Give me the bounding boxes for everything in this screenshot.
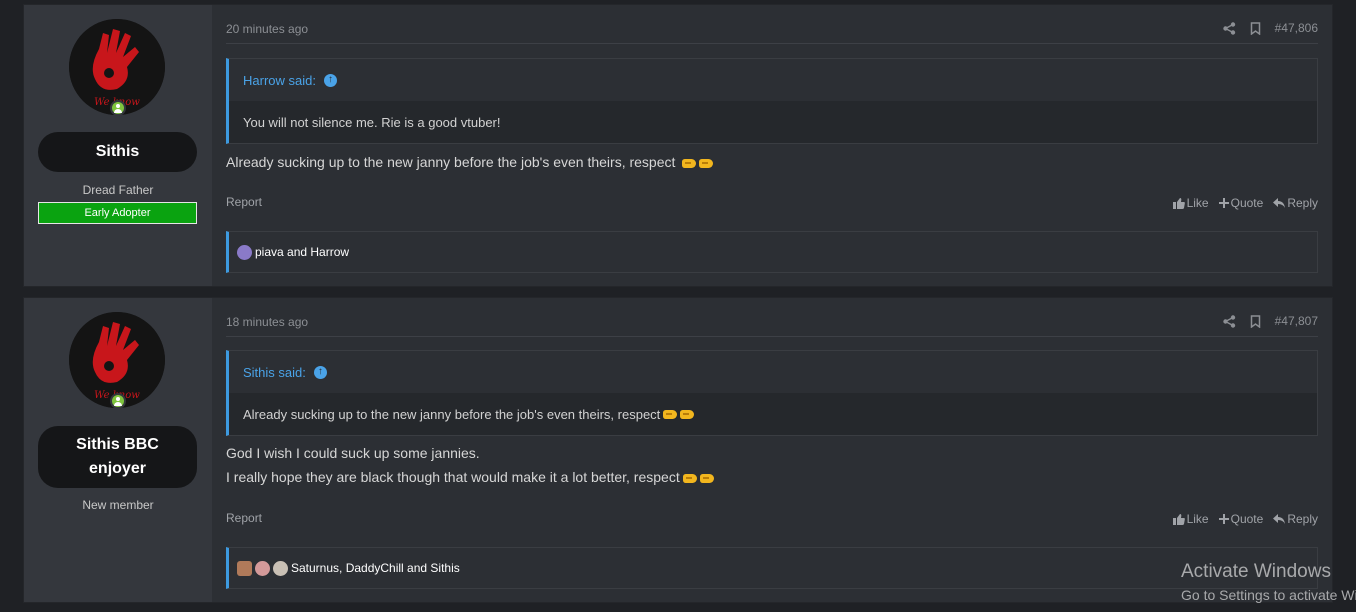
post-time[interactable]: 18 minutes ago [226, 315, 308, 329]
reply-icon [1273, 514, 1286, 524]
report-link[interactable]: Report [226, 511, 262, 525]
reply-button[interactable]: Reply [1273, 196, 1318, 210]
post-number[interactable]: #47,806 [1275, 21, 1318, 35]
user-banner: Early Adopter [38, 202, 197, 224]
username[interactable]: Sithis [38, 132, 197, 172]
reaction-emoji-icon [237, 560, 252, 576]
quote-header[interactable]: Sithis said: ↑ [229, 351, 1317, 393]
quote-button[interactable]: Quote [1218, 512, 1263, 526]
user-title: New member [82, 498, 154, 512]
fist-bump-emoji-icon [699, 473, 714, 483]
post: We know Sithis BBC enjoyer New member 18… [23, 297, 1333, 603]
header-divider [226, 336, 1318, 337]
reactions-bar[interactable]: Saturnus, DaddyChill and Sithis [226, 547, 1318, 589]
post-main: 20 minutes ago #47,806 Harrow said: ↑ Yo… [212, 5, 1332, 286]
user-title: Dread Father [82, 183, 154, 197]
quote-block: Harrow said: ↑ You will not silence me. … [226, 58, 1318, 144]
header-divider [226, 43, 1318, 44]
thumbs-up-icon [1172, 513, 1185, 525]
reactions-text[interactable]: Saturnus, DaddyChill and Sithis [291, 561, 460, 575]
fist-bump-emoji-icon [682, 473, 697, 483]
arrow-up-circle-icon[interactable]: ↑ [323, 73, 337, 87]
message-line: I really hope they are black though that… [226, 465, 714, 489]
quote-button[interactable]: Quote [1218, 196, 1263, 210]
post-header-actions: #47,806 [1222, 21, 1318, 35]
like-button[interactable]: Like [1172, 512, 1209, 526]
post-main: 18 minutes ago #47,807 Sithis said: ↑ Al… [212, 298, 1332, 602]
report-link[interactable]: Report [226, 195, 262, 209]
post-actions: Like Quote Reply [1172, 512, 1318, 526]
quote-header[interactable]: Harrow said: ↑ [229, 59, 1317, 101]
user-sidebar: We know Sithis Dread Father Early Adopte… [24, 5, 212, 286]
plus-icon [1218, 198, 1229, 208]
message-line: God I wish I could suck up some jannies. [226, 445, 480, 461]
fist-bump-emoji-icon [682, 158, 697, 168]
like-button[interactable]: Like [1172, 196, 1209, 210]
reaction-avatar-icon [255, 560, 270, 576]
username[interactable]: Sithis BBC enjoyer [38, 426, 197, 488]
message-line: Already sucking up to the new janny befo… [226, 154, 676, 170]
reaction-avatar-icon [237, 244, 252, 260]
quote-text: You will not silence me. Rie is a good v… [229, 101, 1317, 143]
bookmark-icon[interactable] [1250, 21, 1261, 35]
share-icon[interactable] [1222, 21, 1236, 35]
watermark-subtitle: Go to Settings to activate Windows. [1181, 587, 1356, 603]
reactions-bar[interactable]: piava and Harrow [226, 231, 1318, 273]
fist-bump-emoji-icon [680, 409, 695, 419]
post-header-actions: #47,807 [1222, 314, 1318, 328]
fist-bump-emoji-icon [699, 158, 714, 168]
post-message: God I wish I could suck up some jannies.… [226, 441, 714, 489]
online-status-icon [110, 100, 126, 116]
watermark-title: Activate Windows [1181, 561, 1331, 582]
quote-block: Sithis said: ↑ Already sucking up to the… [226, 350, 1318, 436]
post-number[interactable]: #47,807 [1275, 314, 1318, 328]
share-icon[interactable] [1222, 314, 1236, 328]
post: We know Sithis Dread Father Early Adopte… [23, 4, 1333, 287]
quote-text: Already sucking up to the new janny befo… [229, 393, 1317, 435]
bookmark-icon[interactable] [1250, 314, 1261, 328]
online-status-icon [110, 393, 126, 409]
thumbs-up-icon [1172, 197, 1185, 209]
post-message: Already sucking up to the new janny befo… [226, 150, 714, 174]
reaction-avatar-icon [273, 560, 288, 576]
post-actions: Like Quote Reply [1172, 196, 1318, 210]
fist-bump-emoji-icon [663, 409, 678, 419]
reply-button[interactable]: Reply [1273, 512, 1318, 526]
user-sidebar: We know Sithis BBC enjoyer New member [24, 298, 212, 602]
windows-activation-watermark: Activate Windows Go to Settings to activ… [1181, 561, 1356, 605]
post-time[interactable]: 20 minutes ago [226, 22, 308, 36]
reply-icon [1273, 198, 1286, 208]
arrow-up-circle-icon[interactable]: ↑ [313, 365, 327, 379]
quote-author[interactable]: Sithis said: [243, 365, 306, 380]
quote-author[interactable]: Harrow said: [243, 73, 316, 88]
plus-icon [1218, 514, 1229, 524]
reactions-text[interactable]: piava and Harrow [255, 245, 349, 259]
